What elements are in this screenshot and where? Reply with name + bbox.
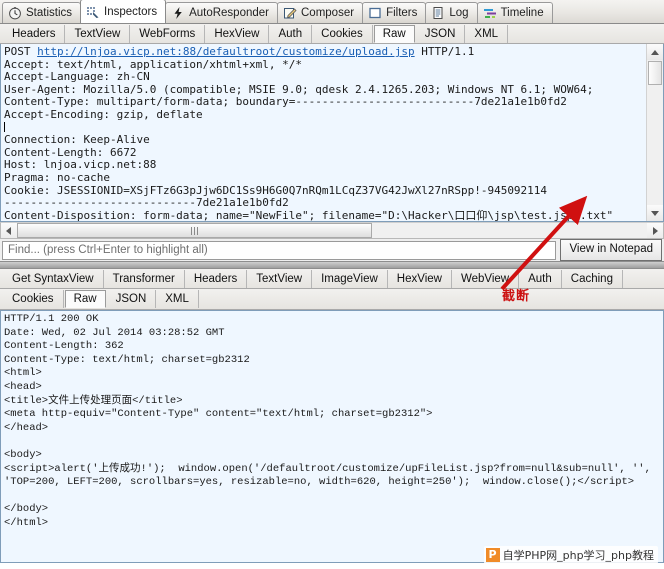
document-lines-icon xyxy=(431,6,445,20)
inspectors-icon xyxy=(86,5,100,19)
annotation-label: 截断 xyxy=(502,289,531,304)
tab-log[interactable]: Log xyxy=(425,2,478,23)
request-tab-auth[interactable]: Auth xyxy=(269,24,313,43)
request-method: POST xyxy=(4,46,31,58)
lightning-icon xyxy=(171,6,185,20)
response-body-block: <html> <head> <title>文件上传处理页面</title> <m… xyxy=(4,367,651,529)
tab-inspectors[interactable]: Inspectors xyxy=(80,0,167,23)
scroll-right-icon[interactable] xyxy=(647,223,663,238)
scroll-up-icon[interactable] xyxy=(647,44,663,60)
response-tab-caching[interactable]: Caching xyxy=(562,269,623,288)
request-first-line: POST http://lnjoa.vicp.net:88/defaultroo… xyxy=(4,46,645,59)
tab-filters[interactable]: Filters xyxy=(362,2,427,23)
response-status-line: HTTP/1.1 200 OK xyxy=(4,313,99,325)
request-url[interactable]: http://lnjoa.vicp.net:88/defaultroot/cus… xyxy=(37,46,415,58)
response-tab-json[interactable]: JSON xyxy=(107,290,157,308)
text-caret xyxy=(4,121,5,132)
watermark-text: 自学PHP网_php学习_php教程 xyxy=(502,549,654,562)
request-raw-pane[interactable]: POST http://lnjoa.vicp.net:88/defaultroo… xyxy=(0,44,664,222)
response-tab-headers[interactable]: Headers xyxy=(185,269,248,288)
request-headers-block-1: Accept: text/html, application/xhtml+xml… xyxy=(4,57,594,121)
pencil-note-icon xyxy=(283,6,297,20)
timeline-bars-icon xyxy=(483,6,497,20)
request-tab-json[interactable]: JSON xyxy=(416,24,466,43)
pane-splitter[interactable] xyxy=(0,261,664,269)
tab-autoresponder-label: AutoResponder xyxy=(189,7,269,19)
watermark-logo-icon: P xyxy=(485,548,500,562)
request-tab-textview[interactable]: TextView xyxy=(65,24,131,43)
tab-composer-label: Composer xyxy=(301,7,355,19)
find-row: Find... (press Ctrl+Enter to highlight a… xyxy=(0,239,664,261)
response-inspector-tabs-row2: Cookies Raw JSON XML xyxy=(0,289,664,310)
response-headers-block: Date: Wed, 02 Jul 2014 03:28:52 GMT Cont… xyxy=(4,326,250,366)
request-body-block: -----------------------------7de21a1e1b0… xyxy=(4,196,614,221)
view-in-notepad-button[interactable]: View in Notepad xyxy=(560,239,662,261)
request-raw-text: POST http://lnjoa.vicp.net:88/defaultroo… xyxy=(4,46,645,221)
response-tab-xml[interactable]: XML xyxy=(156,290,199,308)
response-tab-get-syntaxview[interactable]: Get SyntaxView xyxy=(3,269,104,288)
tab-autoresponder[interactable]: AutoResponder xyxy=(165,2,278,23)
request-tab-xml[interactable]: XML xyxy=(465,24,509,43)
request-protocol: HTTP/1.1 xyxy=(421,46,475,58)
response-tab-raw[interactable]: Raw xyxy=(64,290,106,308)
response-tab-cookies[interactable]: Cookies xyxy=(3,290,64,308)
scroll-down-icon[interactable] xyxy=(647,205,663,221)
response-raw-text: HTTP/1.1 200 OK Date: Wed, 02 Jul 2014 0… xyxy=(4,313,659,562)
request-horizontal-scrollbar[interactable] xyxy=(0,222,664,239)
response-inspector-tabs-row1: Get SyntaxView Transformer Headers TextV… xyxy=(0,269,664,289)
response-tab-textview[interactable]: TextView xyxy=(247,269,313,288)
clock-icon xyxy=(8,6,22,20)
response-raw-pane[interactable]: HTTP/1.1 200 OK Date: Wed, 02 Jul 2014 0… xyxy=(0,310,664,563)
request-tab-hexview[interactable]: HexView xyxy=(205,24,270,43)
scroll-thumb[interactable] xyxy=(648,61,662,85)
tab-timeline-label: Timeline xyxy=(500,7,544,19)
response-tab-transformer[interactable]: Transformer xyxy=(104,269,185,288)
tab-log-label: Log xyxy=(449,7,469,19)
response-tab-hexview[interactable]: HexView xyxy=(388,269,452,288)
request-tab-webforms[interactable]: WebForms xyxy=(130,24,206,43)
tab-filters-label: Filters xyxy=(386,7,418,19)
response-tab-imageview[interactable]: ImageView xyxy=(312,269,388,288)
tab-timeline[interactable]: Timeline xyxy=(476,2,553,23)
scroll-left-icon[interactable] xyxy=(1,223,17,238)
watermark: P 自学PHP网_php学习_php教程 xyxy=(483,546,658,564)
request-tab-headers[interactable]: Headers xyxy=(3,24,66,43)
hscroll-thumb[interactable] xyxy=(17,223,372,238)
main-tab-strip: Statistics Inspectors AutoResponder Comp… xyxy=(0,0,664,24)
request-tab-cookies[interactable]: Cookies xyxy=(312,24,373,43)
square-outline-icon xyxy=(368,6,382,20)
tab-composer[interactable]: Composer xyxy=(277,2,364,23)
tab-inspectors-label: Inspectors xyxy=(104,5,158,18)
find-input[interactable]: Find... (press Ctrl+Enter to highlight a… xyxy=(2,240,557,260)
request-tab-raw[interactable]: Raw xyxy=(373,24,415,43)
request-vertical-scrollbar[interactable] xyxy=(646,44,663,221)
tab-statistics-label: Statistics xyxy=(26,7,73,19)
request-inspector-tabs: Headers TextView WebForms HexView Auth C… xyxy=(0,24,664,44)
tab-statistics[interactable]: Statistics xyxy=(2,2,82,23)
request-headers-block-2: Connection: Keep-Alive Content-Length: 6… xyxy=(4,133,548,197)
